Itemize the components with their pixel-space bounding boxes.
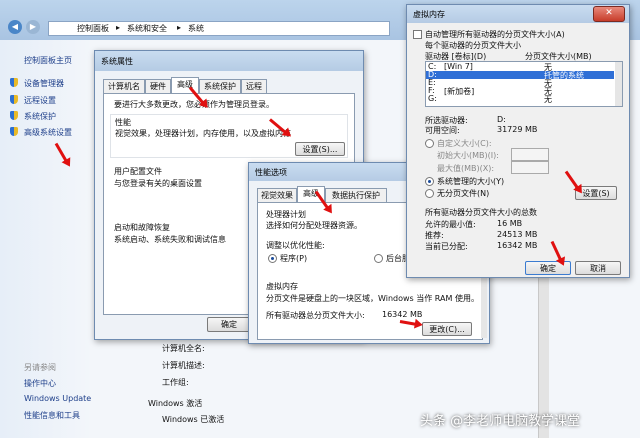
vm-total-label: 所有驱动器总分页文件大小:	[266, 311, 365, 320]
sysprops-ok-button[interactable]: 确定	[207, 317, 251, 332]
auto-manage-checkbox[interactable]	[413, 30, 422, 39]
close-icon[interactable]: ✕	[593, 6, 625, 22]
breadcrumb-item[interactable]: 系统和安全	[127, 23, 167, 34]
shield-icon	[10, 78, 18, 87]
total-heading: 所有驱动器分页文件大小的总数	[425, 208, 537, 217]
shield-icon	[10, 111, 18, 120]
recommended-label: 推荐:	[425, 231, 444, 240]
optimize-label: 调整以优化性能:	[266, 241, 325, 250]
drive-letter: G:	[428, 94, 437, 103]
breadcrumb-sep-icon: ▸	[177, 23, 182, 32]
drive-row[interactable]: C: [Win 7] 无	[426, 62, 614, 72]
performance-description: 视觉效果，处理器计划，内存使用，以及虚拟内存	[115, 129, 291, 138]
programs-radio-label: 程序(P)	[280, 254, 308, 263]
drive-label: [Win 7]	[444, 62, 473, 71]
see-also-heading: 另请参阅	[24, 363, 56, 372]
drive-row[interactable]: F: [新加卷] 无	[426, 86, 614, 96]
background-services-radio[interactable]	[374, 254, 383, 263]
recommended-value: 24513 MB	[497, 230, 538, 239]
sidebar-item-device-manager[interactable]: 设备管理器	[24, 78, 64, 89]
see-also-windows-update[interactable]: Windows Update	[24, 394, 91, 403]
sidebar-item-remote[interactable]: 远程设置	[24, 95, 56, 106]
tab-dep[interactable]: 数据执行保护	[325, 188, 387, 202]
computer-full-name-label: 计算机全名:	[162, 344, 205, 353]
processor-scheduling-description: 选择如何分配处理器资源。	[266, 221, 362, 230]
no-paging-radio[interactable]	[425, 189, 434, 198]
sysprops-tabs: 计算机名 硬件 高级 系统保护 远程	[103, 77, 353, 93]
see-also-action-center[interactable]: 操作中心	[24, 378, 56, 389]
initial-size-label: 初始大小(MB)(I):	[437, 151, 499, 160]
maximum-size-field[interactable]	[511, 161, 549, 174]
available-space-label: 可用空间:	[425, 126, 460, 135]
performance-heading: 性能	[115, 118, 131, 127]
available-space-value: 31729 MB	[497, 125, 538, 134]
tab-remote[interactable]: 远程	[241, 79, 267, 93]
initial-size-field[interactable]	[511, 148, 549, 161]
tab-visual-effects[interactable]: 视觉效果	[257, 188, 297, 202]
see-also-performance[interactable]: 性能信息和工具	[24, 410, 80, 421]
system-managed-label: 系统管理的大小(Y)	[437, 177, 505, 186]
watermark: 头条 @李老师电脑教学课堂	[420, 414, 581, 429]
drive-row[interactable]: G: 无	[426, 94, 614, 104]
programs-radio[interactable]	[268, 254, 277, 263]
activation-heading: Windows 激活	[148, 399, 203, 408]
tab-system-protection[interactable]: 系统保护	[199, 79, 241, 93]
performance-settings-button[interactable]: 设置(S)...	[295, 142, 345, 156]
user-profiles-heading: 用户配置文件	[114, 167, 162, 176]
current-allocated-value: 16342 MB	[497, 241, 538, 250]
virtual-memory-dialog: 虚拟内存 ✕ 自动管理所有驱动器的分页文件大小(A) 每个驱动器的分页文件大小 …	[406, 4, 630, 278]
vm-total-value: 16342 MB	[382, 310, 423, 319]
back-button[interactable]: ◀	[8, 20, 22, 34]
perfopts-title: 性能选项	[255, 168, 287, 177]
virtual-memory-heading: 虚拟内存	[266, 282, 298, 291]
performance-group: 性能 视觉效果，处理器计划，内存使用，以及虚拟内存 设置(S)...	[110, 114, 348, 158]
activation-status: Windows 已激活	[162, 415, 225, 424]
drive-row-selected[interactable]: D: 托管的系统	[426, 70, 614, 80]
processor-scheduling-heading: 处理器计划	[266, 210, 306, 219]
shield-icon	[10, 127, 18, 136]
shield-icon	[10, 95, 18, 104]
user-profiles-description: 与您登录有关的桌面设置	[114, 179, 202, 188]
current-allocated-label: 当前已分配:	[425, 242, 468, 251]
workgroup-label: 工作组:	[162, 378, 189, 387]
sysprops-title: 系统属性	[101, 57, 133, 66]
drive-list[interactable]: C: [Win 7] 无 D: 托管的系统 E: 无 F: [新加卷] 无 G:…	[425, 61, 623, 107]
tab-hardware[interactable]: 硬件	[145, 79, 171, 93]
vmem-cancel-button[interactable]: 取消	[575, 261, 621, 275]
drive-list-scrollbar[interactable]	[615, 62, 622, 106]
min-allowed-label: 允许的最小值:	[425, 220, 476, 229]
forward-button[interactable]: ▶	[26, 20, 40, 34]
vmem-titlebar: 虚拟内存 ✕	[407, 5, 629, 23]
system-managed-radio[interactable]	[425, 177, 434, 186]
per-drive-heading: 每个驱动器的分页文件大小	[425, 41, 521, 50]
computer-description-label: 计算机描述:	[162, 361, 205, 370]
sysprops-titlebar: 系统属性	[95, 51, 363, 71]
no-paging-label: 无分页文件(N)	[437, 189, 490, 198]
sidebar-item-protection[interactable]: 系统保护	[24, 111, 56, 122]
change-virtual-memory-button[interactable]: 更改(C)...	[422, 322, 472, 336]
selected-drive-value: D:	[497, 115, 506, 124]
breadcrumb-item[interactable]: 系统	[188, 23, 204, 34]
breadcrumb-item[interactable]: 控制面板	[77, 23, 109, 34]
custom-size-label: 自定义大小(C):	[437, 139, 492, 148]
vmem-title: 虚拟内存	[413, 10, 445, 19]
tab-computer-name[interactable]: 计算机名	[103, 79, 145, 93]
maximum-size-label: 最大值(MB)(X):	[437, 164, 495, 173]
custom-size-radio[interactable]	[425, 139, 434, 148]
startup-recovery-description: 系统启动、系统失败和调试信息	[114, 235, 226, 244]
sidebar-item-advanced[interactable]: 高级系统设置	[24, 127, 72, 138]
min-allowed-value: 16 MB	[497, 219, 523, 228]
sidebar-home-link[interactable]: 控制面板主页	[24, 55, 72, 66]
virtual-memory-description: 分页文件是硬盘上的一块区域，Windows 当作 RAM 使用。	[266, 294, 479, 303]
breadcrumb-sep-icon: ▸	[116, 23, 121, 32]
startup-recovery-heading: 启动和故障恢复	[114, 223, 170, 232]
auto-manage-label: 自动管理所有驱动器的分页文件大小(A)	[425, 30, 565, 39]
admin-note: 要进行大多数更改，您必须作为管理员登录。	[114, 100, 274, 109]
address-bar[interactable]: 控制面板 ▸ 系统和安全 ▸ 系统	[48, 21, 390, 36]
drive-paging-size: 无	[544, 95, 552, 104]
